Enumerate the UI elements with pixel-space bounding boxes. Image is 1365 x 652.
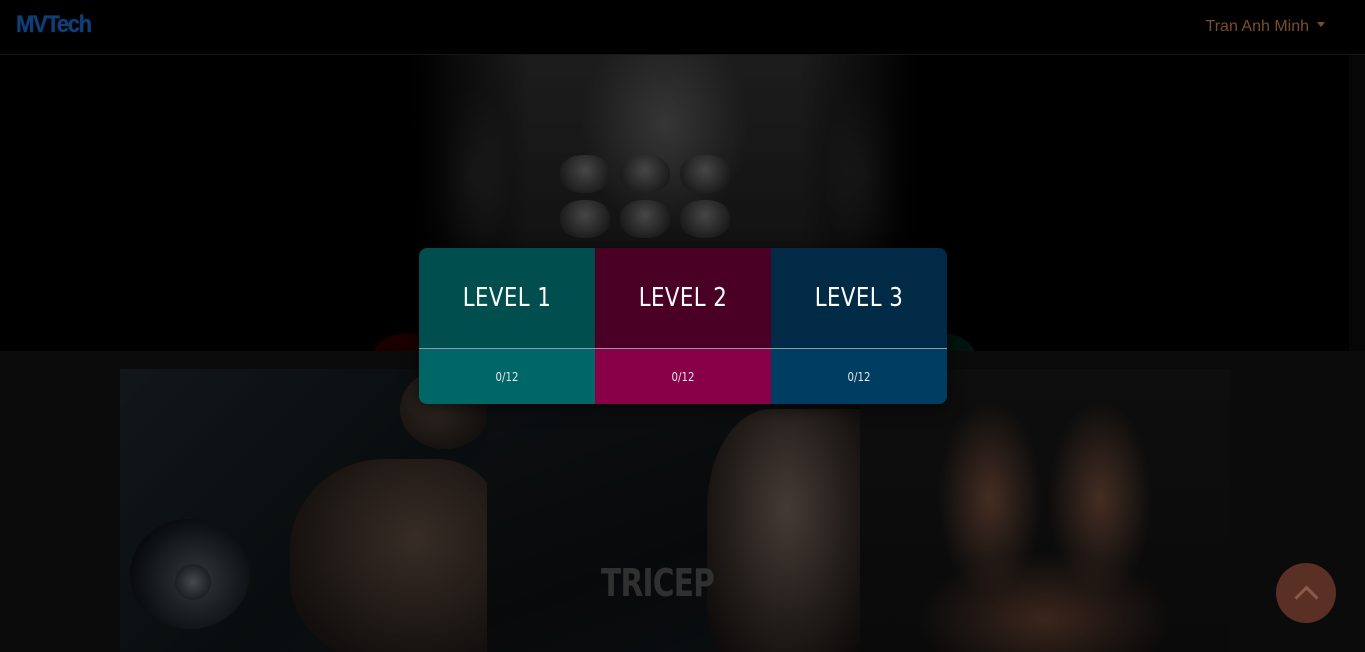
brand-logo[interactable]: MVTech	[16, 11, 92, 39]
level-title: LEVEL 2	[638, 283, 728, 313]
level-progress: 0/12	[847, 369, 871, 384]
category-card-forearm[interactable]	[860, 369, 1230, 652]
card-image	[870, 379, 1220, 652]
scrollbar[interactable]	[1349, 55, 1365, 351]
navbar: MVTech Tran Anh Minh	[0, 0, 1365, 55]
level-progress: 0/12	[671, 369, 695, 384]
category-card-tricep[interactable]: TRICEP	[487, 369, 860, 652]
level-2-option[interactable]: LEVEL 2 0/12	[595, 248, 771, 404]
level-title: LEVEL 1	[462, 283, 552, 313]
scroll-to-top-button[interactable]	[1276, 563, 1336, 623]
category-card-bicep[interactable]	[120, 369, 487, 652]
level-progress: 0/12	[495, 369, 519, 384]
card-image	[290, 459, 487, 652]
caret-down-icon	[1317, 22, 1325, 28]
level-1-option[interactable]: LEVEL 1 0/12	[419, 248, 595, 404]
user-menu-toggle[interactable]: Tran Anh Minh	[1206, 18, 1325, 36]
user-name: Tran Anh Minh	[1205, 18, 1309, 35]
card-image	[707, 409, 860, 652]
level-3-option[interactable]: LEVEL 3 0/12	[771, 248, 947, 404]
level-divider	[419, 348, 947, 349]
level-selector: LEVEL 1 0/12 LEVEL 2 0/12 LEVEL 3 0/12	[419, 248, 947, 404]
chevron-up-icon	[1294, 585, 1319, 610]
category-label: TRICEP	[601, 561, 715, 605]
level-title: LEVEL 3	[814, 283, 904, 313]
